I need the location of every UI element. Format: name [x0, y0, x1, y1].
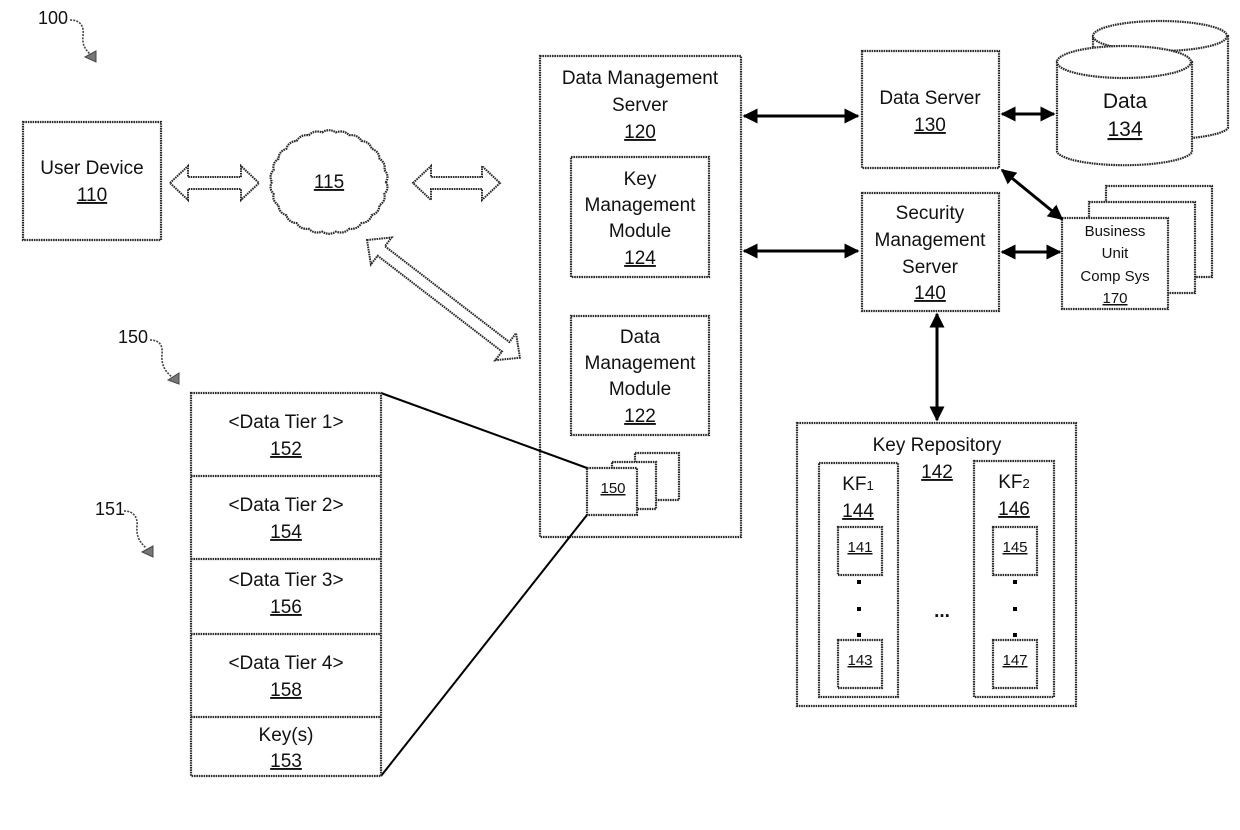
arrow-dataserver-business	[1000, 168, 1064, 221]
key-file-1: KF1 144 141 143	[817, 461, 900, 699]
data-store-number: 134	[1107, 118, 1142, 141]
tier-row-label: <Data Tier 2>	[228, 495, 343, 516]
security-management-server-box: Security Management Server 140	[860, 191, 1001, 313]
data-store-cylinders: Data 134	[1055, 19, 1230, 167]
key-file-1-label: KF1	[842, 474, 874, 495]
ellipsis-dot	[857, 633, 861, 637]
reference-leader-line	[149, 339, 173, 378]
tier-row-label: Key(s)	[259, 725, 314, 746]
network-number: 115	[314, 172, 344, 193]
kmm-line1: Key	[624, 169, 657, 190]
key-file-2-number: 146	[998, 499, 1030, 520]
reference-arrowhead-icon	[166, 372, 180, 385]
tier-row-number: 153	[270, 751, 302, 772]
sms-line1: Security	[896, 203, 965, 224]
double-arrow-icon	[411, 163, 502, 203]
reference-150-label: 150	[118, 327, 148, 347]
dms-title-line2: Server	[612, 95, 669, 116]
reference-leader-line	[123, 510, 147, 549]
sms-line2: Management	[875, 230, 987, 251]
dmm-line1: Data	[620, 327, 661, 348]
data-server-box: Data Server 130	[860, 49, 1001, 170]
tier-row-number: 158	[270, 680, 302, 701]
figure-reference-100: 100	[38, 8, 97, 63]
data-tier-stack: <Data Tier 1> 152 <Data Tier 2> 154 <Dat…	[189, 391, 383, 778]
dms-number: 120	[624, 122, 656, 143]
reference-arrowhead-icon	[140, 545, 154, 558]
business-unit-stack: Business Unit Comp Sys 170	[1060, 184, 1214, 311]
double-arrow-icon	[168, 163, 261, 203]
key-repository-number: 142	[921, 462, 953, 483]
reference-150: 150	[118, 327, 180, 385]
reference-151-label: 151	[95, 499, 125, 519]
tier-row-number: 154	[270, 522, 302, 543]
key-management-module-box: Key Management Module 124	[569, 155, 711, 279]
key-145-number: 145	[1002, 539, 1027, 556]
key-143-number: 143	[847, 652, 872, 669]
tier-row-label: <Data Tier 3>	[228, 570, 343, 591]
tier-row-number: 152	[270, 439, 302, 460]
ellipsis-dot	[1013, 607, 1017, 611]
kmm-line2: Management	[585, 195, 697, 216]
figure-reference-label: 100	[38, 8, 68, 28]
user-device-number: 110	[77, 185, 107, 206]
ellipsis-dot	[857, 580, 861, 584]
data-store-title: Data	[1103, 90, 1148, 113]
reference-151: 151	[95, 499, 154, 558]
key-147-number: 147	[1002, 652, 1027, 669]
network-cloud: 115	[269, 129, 389, 235]
reference-leader-line	[69, 19, 91, 55]
ellipsis-dot	[1013, 580, 1017, 584]
ellipsis-dot	[1013, 633, 1017, 637]
sms-line3: Server	[902, 257, 959, 278]
expansion-line-bottom	[380, 514, 588, 777]
kmm-number: 124	[624, 248, 656, 269]
key-file-2-label: KF2	[998, 472, 1030, 493]
business-unit-line2: Unit	[1102, 245, 1130, 262]
data-object-number: 150	[600, 480, 625, 497]
key-file-2: KF2 146 145 147	[972, 459, 1056, 699]
data-server-title: Data Server	[879, 88, 981, 109]
business-unit-number: 170	[1102, 290, 1127, 307]
dmm-line3: Module	[609, 379, 671, 400]
sms-number: 140	[914, 283, 946, 304]
key-repository-ellipsis: ...	[934, 601, 950, 622]
tier-row-number: 156	[270, 597, 302, 618]
kmm-line3: Module	[609, 221, 671, 242]
reference-arrowhead-icon	[83, 50, 97, 63]
ellipsis-dot	[857, 607, 861, 611]
system-diagram: 100 User Device 110 115 Data Management …	[21, 8, 1230, 778]
key-repository-title: Key Repository	[873, 435, 1002, 456]
user-device-title: User Device	[40, 158, 143, 179]
key-file-1-number: 144	[842, 501, 874, 522]
dmm-number: 122	[624, 406, 656, 427]
dms-title-line1: Data Management	[562, 68, 719, 89]
data-server-number: 130	[914, 115, 946, 136]
dmm-line2: Management	[585, 353, 697, 374]
tier-row-label: <Data Tier 4>	[228, 653, 343, 674]
diagonal-double-arrow-icon	[365, 236, 522, 362]
key-141-number: 141	[847, 539, 872, 556]
tier-row-label: <Data Tier 1>	[228, 412, 343, 433]
data-management-module-box: Data Management Module 122	[569, 314, 711, 437]
business-unit-line3: Comp Sys	[1080, 268, 1149, 285]
business-unit-line1: Business	[1085, 223, 1146, 240]
user-device-box: User Device 110	[21, 120, 163, 242]
